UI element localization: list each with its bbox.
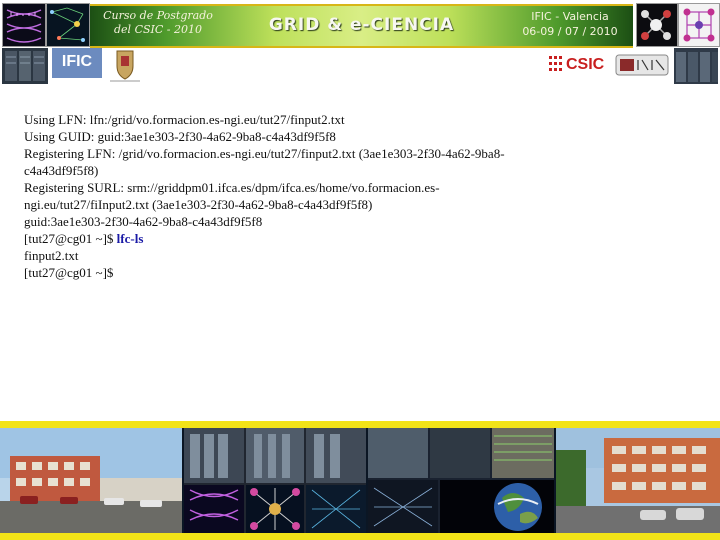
terminal-line: Using GUID: guid:3ae1e303-2f30-4a62-9ba8… xyxy=(24,129,336,144)
terminal-line: c4a43df9f5f8) xyxy=(24,163,99,178)
terminal-command-line: [tut27@cg01 ~]$ lfc-ls xyxy=(24,230,584,247)
banner-course-line1: Curso de Postgrado xyxy=(103,9,213,22)
campus-building-image xyxy=(0,428,182,533)
terminal-line: Registering SURL: srm://griddpm01.ifca.e… xyxy=(24,180,440,195)
shell-prompt: [tut27@cg01 ~]$ xyxy=(24,265,114,280)
lattice-image xyxy=(678,3,720,47)
institute-building-image xyxy=(556,428,720,533)
network-image xyxy=(46,3,90,47)
csic-logo-text: CSIC xyxy=(566,56,605,73)
terminal-line: Using LFN: lfn:/grid/vo.formacion.es-ngi… xyxy=(24,112,345,127)
csic-logo: CSIC xyxy=(548,53,610,77)
university-seal-logo xyxy=(106,48,144,82)
footer-yellow-bar-top xyxy=(0,421,720,428)
banner-title: GRID & e-CIENCIA xyxy=(268,15,455,35)
banner-venue-line2: 06-09 / 07 / 2010 xyxy=(522,25,618,38)
datacenter-collage-image xyxy=(184,428,366,533)
egrid-logo xyxy=(614,52,670,78)
header: Curso de Postgrado del CSIC - 2010 GRID … xyxy=(0,0,720,90)
ific-logo-text: IFIC xyxy=(61,53,93,70)
banner-venue-line1: IFIC - Valencia xyxy=(531,10,609,23)
banner-venue-label: IFIC - Valencia 06-09 / 07 / 2010 xyxy=(515,9,625,39)
terminal-output: Using LFN: lfn:/grid/vo.formacion.es-ngi… xyxy=(24,111,584,281)
course-banner: Curso de Postgrado del CSIC - 2010 GRID … xyxy=(90,4,633,48)
banner-course-label: Curso de Postgrado del CSIC - 2010 xyxy=(98,9,218,37)
server-hall-image xyxy=(674,48,718,84)
terminal-line: guid:3ae1e303-2f30-4a62-9ba8-c4a43df9f5f… xyxy=(24,214,263,229)
footer-photo-strip xyxy=(0,428,720,533)
ific-logo: IFIC xyxy=(52,48,102,78)
molecule-image xyxy=(636,3,678,47)
shell-prompt: [tut27@cg01 ~]$ xyxy=(24,231,117,246)
terminal-line: Registering LFN: /grid/vo.formacion.es-n… xyxy=(24,146,505,161)
server-rack-image xyxy=(2,48,48,84)
dna-image xyxy=(2,3,46,47)
shell-command: lfc-ls xyxy=(116,231,144,246)
banner-course-line2: del CSIC - 2010 xyxy=(114,23,202,36)
footer-yellow-bar-bottom xyxy=(0,533,720,540)
terminal-line: ngi.eu/tut27/fiInput2.txt (3ae1e303-2f30… xyxy=(24,197,373,212)
command-output: finput2.txt xyxy=(24,248,79,263)
hardware-and-earth-image xyxy=(368,428,554,533)
